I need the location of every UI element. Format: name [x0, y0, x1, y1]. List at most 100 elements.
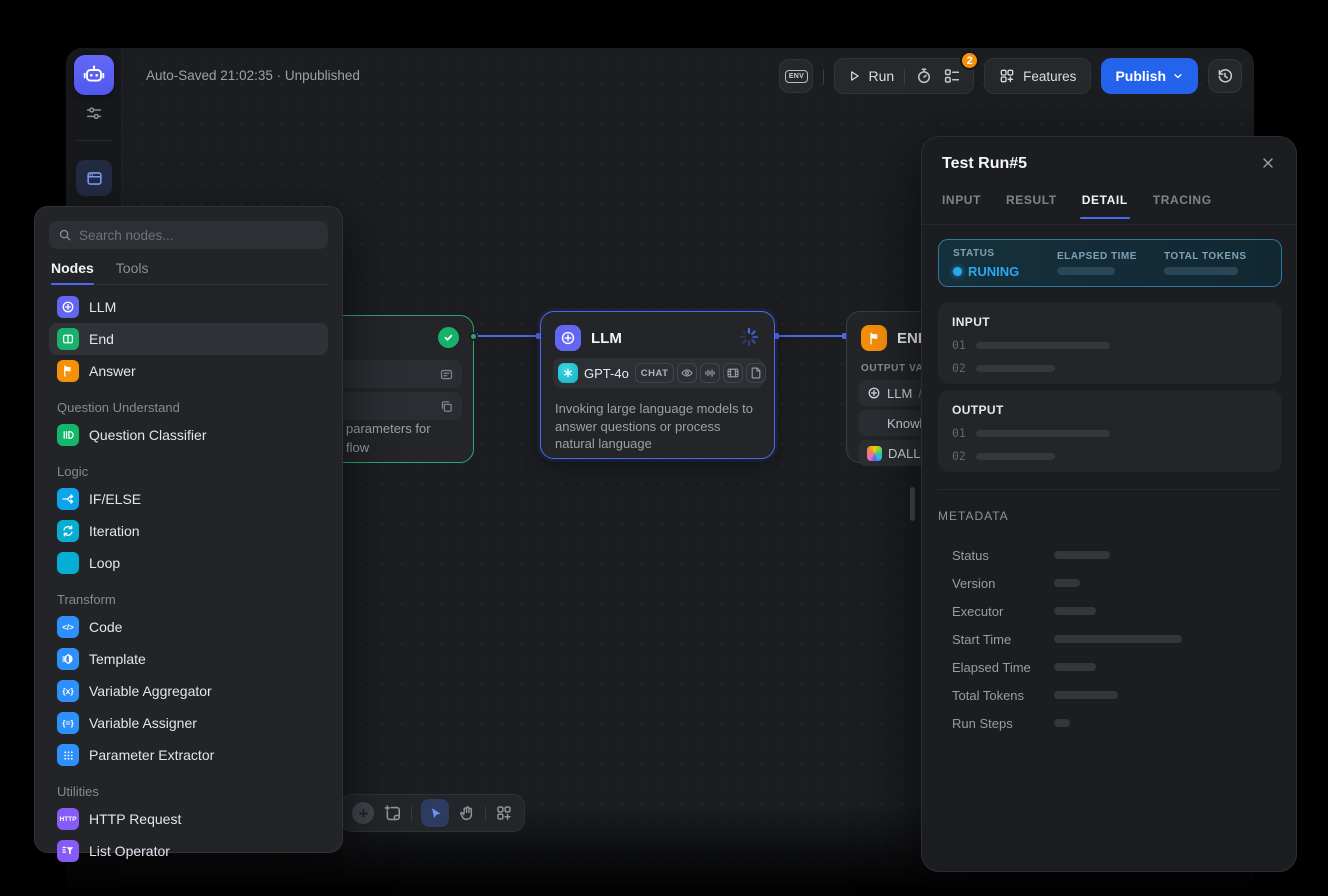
- llm-node-description: Invoking large language models to answer…: [555, 400, 762, 453]
- palette-tab-nodes[interactable]: Nodes: [51, 260, 94, 284]
- checklist-icon[interactable]: [943, 67, 961, 85]
- chat-tag: CHAT: [635, 363, 675, 383]
- llm-icon: [61, 300, 75, 314]
- node-palette-panel: NodesTools LLMEndAnswerQuestion Understa…: [34, 206, 343, 853]
- output-card-title: OUTPUT: [952, 403, 1268, 417]
- input-rows: 0102: [952, 338, 1268, 375]
- organize-nodes-icon[interactable]: [495, 804, 513, 822]
- metadata-row: Executor: [952, 597, 1280, 625]
- palette-item-end[interactable]: End: [49, 323, 328, 355]
- publish-button[interactable]: Publish: [1101, 58, 1198, 94]
- run-button[interactable]: Run: [847, 68, 894, 84]
- io-row: 01: [952, 338, 1268, 352]
- metadata-label: Total Tokens: [952, 688, 1054, 703]
- run-tab-tracing[interactable]: TRACING: [1153, 193, 1212, 219]
- palette-item-loop[interactable]: Loop: [49, 547, 328, 579]
- variable-assigner-icon: {=}: [62, 718, 74, 728]
- search-icon: [58, 228, 72, 242]
- palette-item-list-operator[interactable]: List Operator: [49, 835, 328, 867]
- palette-item-question-classifier[interactable]: Question Classifier: [49, 419, 328, 451]
- palette-tabs: Nodes Tools: [49, 260, 328, 285]
- llm-icon: [555, 325, 581, 351]
- status-column-label: ELAPSED TIME: [1057, 251, 1164, 262]
- palette-item-variable-assigner[interactable]: {=} Variable Assigner: [49, 707, 328, 739]
- run-tab-detail[interactable]: DETAIL: [1082, 193, 1128, 219]
- metadata-row: Start Time: [952, 625, 1280, 653]
- skeleton-bar: [1054, 663, 1096, 671]
- close-icon[interactable]: [1260, 155, 1278, 173]
- http-request-icon: HTTP: [60, 816, 77, 823]
- answer-icon: [61, 364, 75, 378]
- test-run-panel: Test Run#5 INPUT RESULT DETAIL TRACING STAT…: [921, 136, 1297, 872]
- panel-title: Test Run#5: [942, 155, 1027, 173]
- loop-icon: [61, 556, 75, 570]
- http-request-icon: HTTP: [57, 808, 79, 830]
- hand-tool-icon[interactable]: [458, 804, 476, 822]
- video-icon: [723, 363, 743, 383]
- end-icon: [61, 332, 75, 346]
- end-icon: [57, 328, 79, 350]
- model-selector[interactable]: GPT-4o CHAT: [553, 358, 764, 388]
- running-spinner-icon: [738, 326, 760, 348]
- variable-assigner-icon: {=}: [57, 712, 79, 734]
- history-icon: [1216, 67, 1234, 85]
- run-panel-tabs: INPUT RESULT DETAIL TRACING: [942, 193, 1212, 219]
- search-input[interactable]: [79, 228, 319, 243]
- panel-resize-handle[interactable]: [910, 487, 915, 521]
- line-number: 01: [952, 338, 968, 352]
- loop-icon: [57, 552, 79, 574]
- io-row: 01: [952, 426, 1268, 440]
- run-tab-input[interactable]: INPUT: [942, 193, 981, 219]
- template-icon: [57, 648, 79, 670]
- metadata-label: Elapsed Time: [952, 660, 1054, 675]
- add-note-icon[interactable]: [383, 804, 402, 823]
- edge-start-to-llm: [474, 335, 540, 337]
- palette-section-label: Logic: [49, 451, 328, 483]
- node-search-box[interactable]: [49, 221, 328, 249]
- palette-item-answer[interactable]: Answer: [49, 355, 328, 387]
- palette-item-code[interactable]: </>Code: [49, 611, 328, 643]
- pointer-tool-button[interactable]: [421, 799, 449, 827]
- palette-item-template[interactable]: Template: [49, 643, 328, 675]
- palette-item-http-request[interactable]: HTTP HTTP Request: [49, 803, 328, 835]
- toolbar-separator: [411, 806, 412, 821]
- app-logo[interactable]: [74, 55, 114, 95]
- stopwatch-icon[interactable]: [915, 67, 933, 85]
- output-port[interactable]: [469, 332, 478, 341]
- status-column-label: TOTAL TOKENS: [1164, 251, 1247, 262]
- skeleton-bar: [976, 342, 1110, 349]
- notification-badge[interactable]: 2: [960, 51, 979, 70]
- workflow-settings-icon[interactable]: [85, 104, 103, 122]
- features-button[interactable]: Features: [984, 58, 1091, 94]
- palette-item-if-else[interactable]: IF/ELSE: [49, 483, 328, 515]
- add-node-button[interactable]: [352, 802, 374, 824]
- env-button[interactable]: ENV: [779, 59, 813, 93]
- version-history-button[interactable]: [1208, 59, 1242, 93]
- palette-tab-tools[interactable]: Tools: [116, 260, 149, 284]
- run-tab-result[interactable]: RESULT: [1006, 193, 1057, 219]
- answer-icon: [57, 360, 79, 382]
- skeleton-bar: [1164, 267, 1238, 275]
- palette-item-iteration[interactable]: Iteration: [49, 515, 328, 547]
- llm-node[interactable]: LLM GPT-4o CHAT Invoking large language …: [540, 311, 775, 459]
- copy-icon: [439, 399, 454, 414]
- book-icon: [867, 416, 881, 430]
- palette-item-variable-aggregator[interactable]: {x}Variable Aggregator: [49, 675, 328, 707]
- llm-icon: [867, 386, 881, 400]
- palette-item-parameter-extractor[interactable]: Parameter Extractor: [49, 739, 328, 771]
- skeleton-bar: [1054, 579, 1080, 587]
- edge-llm-to-end: [775, 335, 846, 337]
- palette-section-label: Transform: [49, 579, 328, 611]
- preview-button[interactable]: [76, 160, 112, 196]
- skeleton-bar: [1054, 635, 1182, 643]
- header-separator: [823, 69, 824, 84]
- palette-item-label: End: [89, 331, 114, 347]
- palette-item-label: HTTP Request: [89, 811, 181, 827]
- status-column-label: STATUS: [953, 248, 1057, 259]
- parameter-extractor-icon: [62, 749, 75, 762]
- palette-item-llm[interactable]: LLM: [49, 291, 328, 323]
- status-column: TOTAL TOKENS: [1164, 251, 1247, 275]
- metadata-label: Version: [952, 576, 1054, 591]
- running-status: RUNING: [953, 264, 1057, 279]
- palette-item-label: Variable Assigner: [89, 715, 197, 731]
